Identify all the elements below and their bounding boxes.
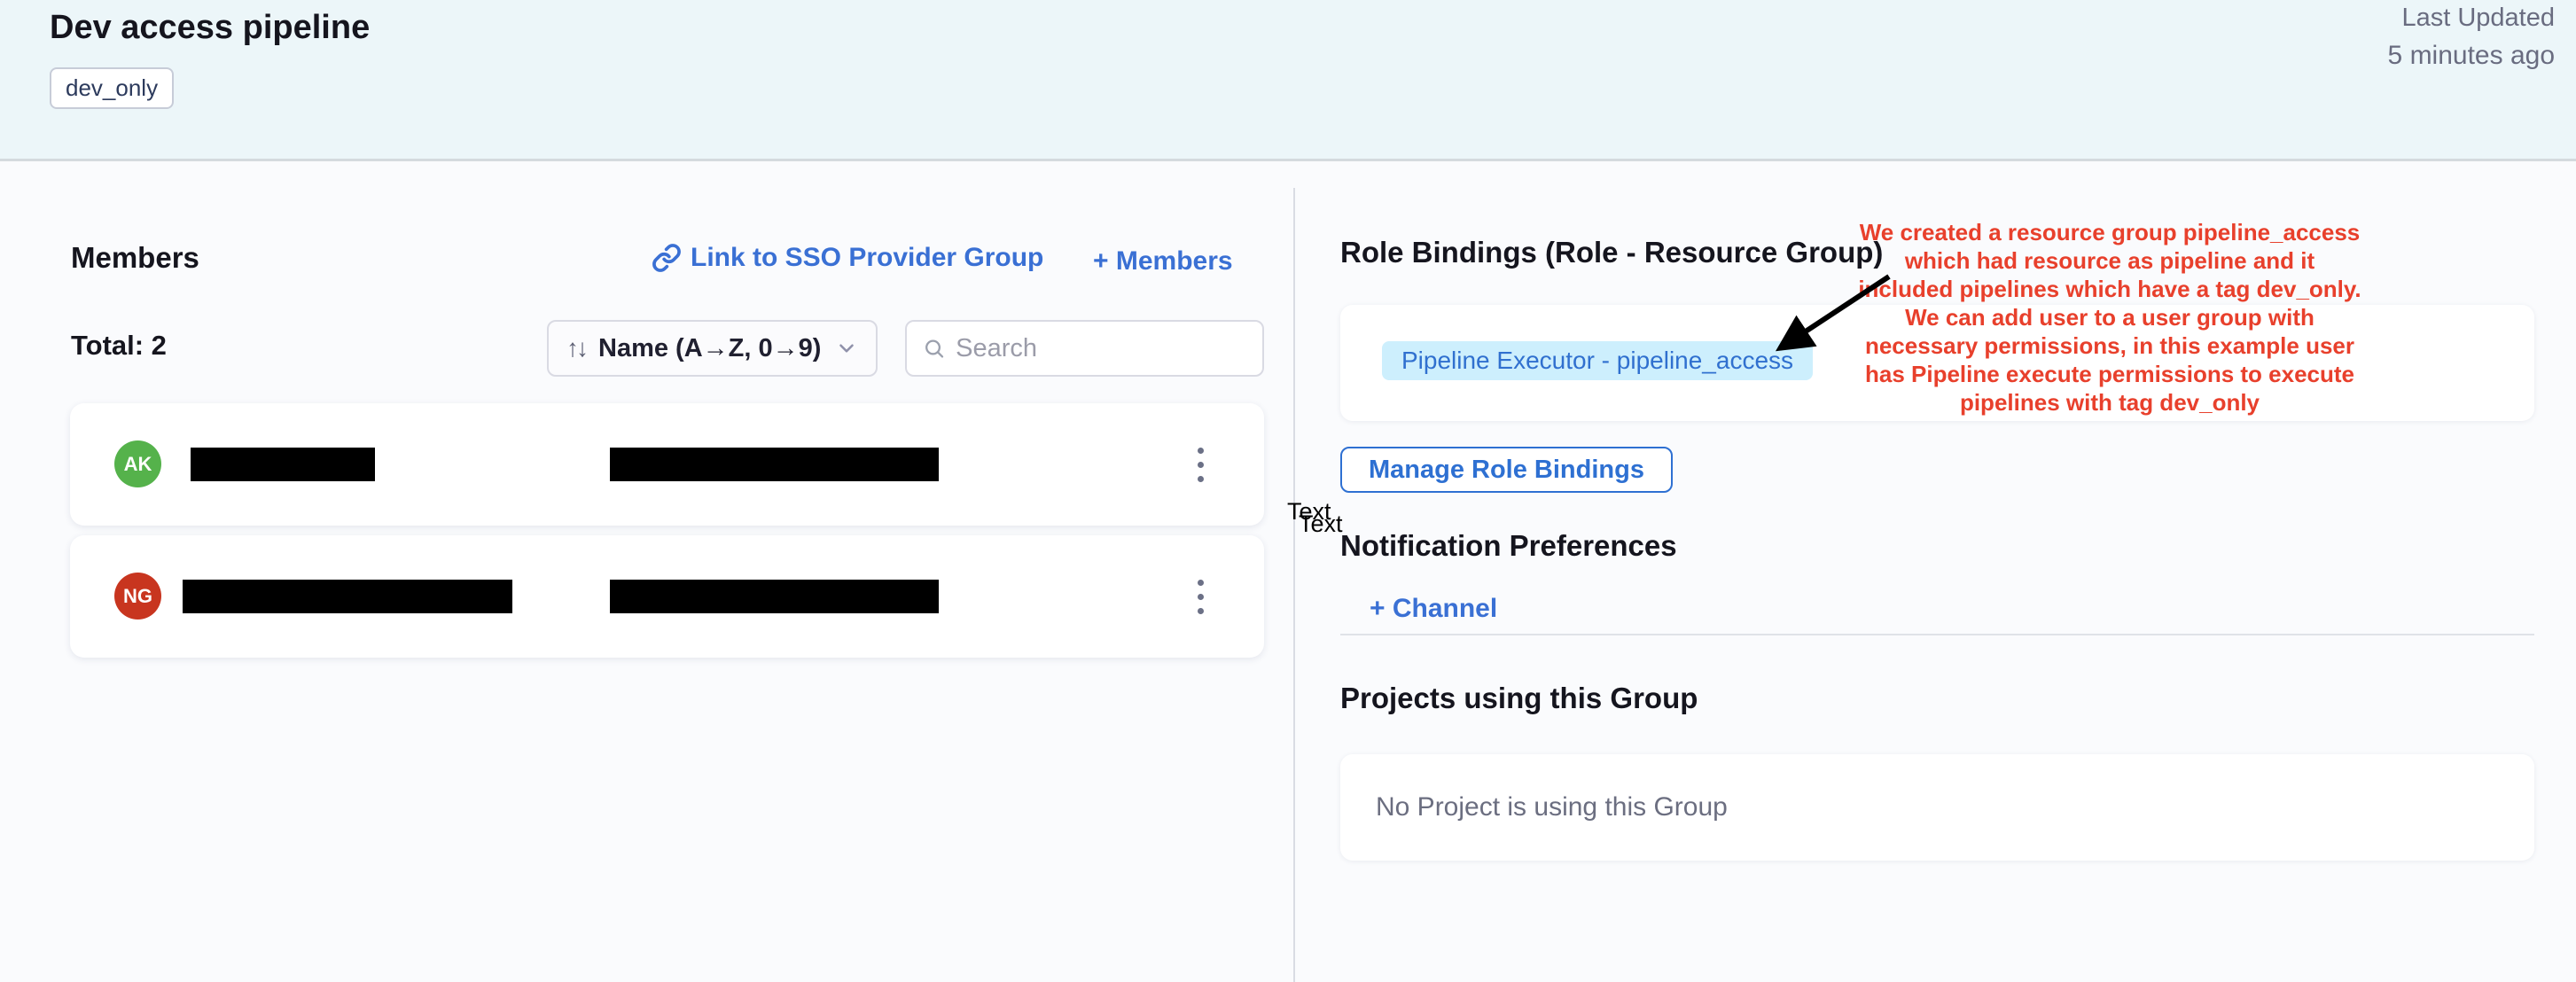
page-header: Dev access pipeline dev_only Last Update… [0, 0, 2576, 161]
annotation-arrow [1737, 261, 1932, 368]
projects-empty-message: No Project is using this Group [1376, 792, 1728, 822]
avatar: AK [114, 440, 161, 487]
manage-role-bindings-button[interactable]: Manage Role Bindings [1340, 447, 1673, 493]
group-tag-dev-only: dev_only [50, 67, 174, 109]
member-row-menu-button[interactable] [1183, 535, 1218, 658]
last-updated: Last Updated 5 minutes ago [2388, 4, 2555, 71]
chevron-down-icon [835, 337, 858, 360]
projects-empty-card: No Project is using this Group [1340, 754, 2534, 861]
annotation-line: We created a resource group pipeline_acc… [1844, 218, 2376, 246]
member-name-redacted [183, 580, 512, 613]
section-divider [1340, 634, 2534, 635]
member-row-menu-button[interactable] [1183, 403, 1218, 526]
link-icon [652, 243, 682, 273]
add-members-button[interactable]: + Members [1093, 246, 1233, 277]
member-email-redacted [610, 580, 939, 613]
member-row: AK [70, 403, 1264, 526]
text-annotation: Text [1299, 510, 1343, 538]
annotation-line: pipelines with tag dev_only [1844, 388, 2376, 417]
search-input[interactable] [956, 334, 1246, 363]
user-group-detail-page: Dev access pipeline dev_only Last Update… [0, 0, 2576, 982]
sort-icon: ↑↓ [566, 334, 586, 362]
sort-selected-option: Name (A→Z, 0→9) [598, 334, 821, 363]
last-updated-value: 5 minutes ago [2388, 41, 2555, 71]
link-to-sso-label: Link to SSO Provider Group [691, 243, 1043, 273]
avatar: NG [114, 573, 161, 620]
notification-preferences-heading: Notification Preferences [1340, 529, 1677, 563]
panel-divider [1293, 188, 1295, 982]
search-icon [923, 336, 945, 361]
sort-dropdown[interactable]: ↑↓ Name (A→Z, 0→9) [547, 320, 878, 377]
members-total-count: Total: 2 [71, 330, 167, 362]
member-row: NG [70, 535, 1264, 658]
member-search [905, 320, 1264, 377]
member-name-redacted [191, 448, 375, 481]
last-updated-label: Last Updated [2388, 4, 2555, 33]
add-channel-button[interactable]: + Channel [1370, 594, 1497, 624]
link-to-sso-provider-group-button[interactable]: Link to SSO Provider Group [652, 243, 1043, 273]
members-heading: Members [71, 241, 199, 275]
projects-heading: Projects using this Group [1340, 682, 1698, 715]
member-email-redacted [610, 448, 939, 481]
page-title: Dev access pipeline [50, 9, 370, 47]
